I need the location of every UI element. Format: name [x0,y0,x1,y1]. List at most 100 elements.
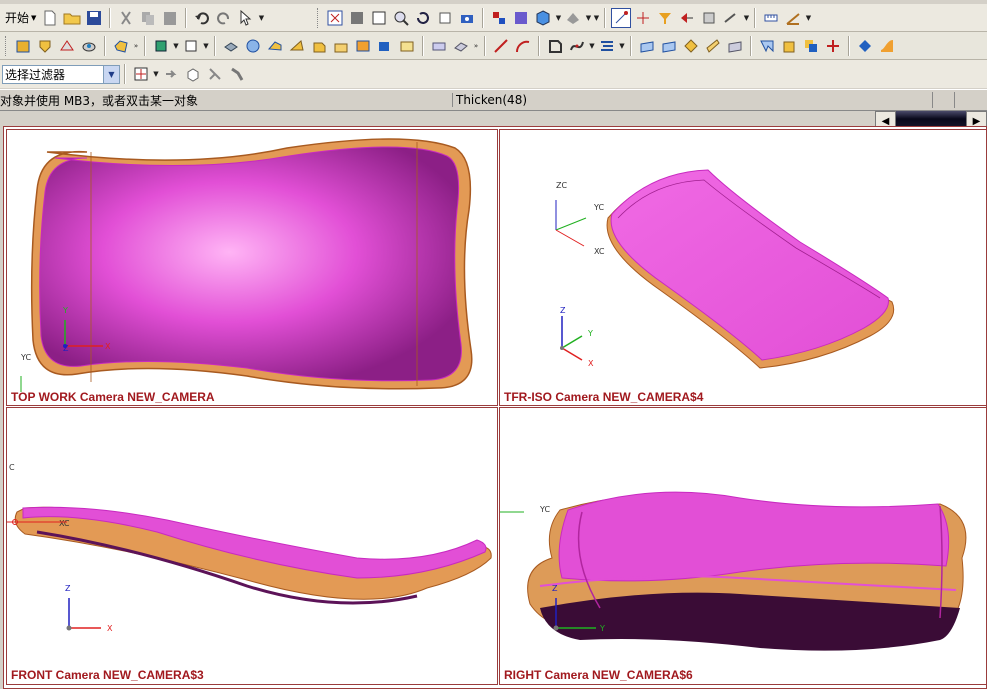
axis-z-label: Z [552,584,558,593]
part-right-view[interactable]: YC Z Y [500,408,987,685]
selection-filter-dropdown[interactable]: 选择过滤器 ▼ [2,64,120,84]
sketch-icon[interactable] [151,36,171,56]
chevron-down-icon: ▼ [31,13,37,22]
snap-icon[interactable] [611,7,632,28]
cylinder-icon[interactable] [221,36,241,56]
viewport-top[interactable]: Y X Z YC TOP WORK Camera NEW_CAMERA [6,129,498,406]
measure-distance-icon[interactable] [677,8,697,28]
sew-icon[interactable] [451,36,471,56]
extend-icon[interactable] [659,36,679,56]
pattern-icon[interactable] [757,36,777,56]
new-file-icon[interactable] [40,8,60,28]
undo-select-icon[interactable] [161,64,181,84]
copy-icon[interactable] [138,8,158,28]
chamfer-icon[interactable] [353,36,373,56]
shield-icon[interactable] [35,36,55,56]
block-icon[interactable] [181,36,201,56]
chevron-down-icon[interactable]: ▼ [103,65,119,83]
book-icon[interactable] [13,36,33,56]
revolve-icon[interactable] [265,36,285,56]
spline-icon[interactable] [567,36,587,56]
drafting-icon[interactable] [877,36,897,56]
part-iso-view[interactable]: ZC YC XC Z Y X [500,130,987,406]
feature-icon[interactable] [111,36,131,56]
toolbar-separator [484,35,486,56]
undo-icon[interactable] [192,8,212,28]
sheet-metal-icon[interactable] [823,36,843,56]
chevron-down-icon[interactable]: ▼ [152,64,160,84]
sweep-icon[interactable] [287,36,307,56]
paste-icon[interactable] [160,8,180,28]
protractor-icon[interactable] [721,8,741,28]
zoom-box-icon[interactable] [347,8,367,28]
chevron-down-icon[interactable]: ▼ [804,8,812,28]
viewport-iso[interactable]: ZC YC XC Z Y X TFR-ISO Camera NEW_CAMERA… [499,129,987,406]
chevron-down-icon[interactable]: ▼ [257,8,265,28]
fit-view-icon[interactable] [325,8,345,28]
axis-origin [560,346,564,350]
chevron-down-icon[interactable]: ▼ [618,36,626,56]
layer-visible-icon[interactable] [511,8,531,28]
chevron-down-icon[interactable]: ▼ [588,36,596,56]
selection-toolbar: 选择过滤器 ▼ ▼ [0,60,987,88]
assembly-icon[interactable] [855,36,875,56]
measure-angle-icon[interactable] [699,8,719,28]
cut-icon[interactable] [116,8,136,28]
extrude-icon[interactable] [243,36,263,56]
box-select-icon[interactable] [183,64,203,84]
analysis-icon[interactable] [79,36,99,56]
arc-icon[interactable] [513,36,533,56]
redo-icon[interactable] [214,8,234,28]
viewport-right[interactable]: YC Z Y RIGHT Camera NEW_CAMERA$6 [499,407,987,685]
part-top-view[interactable]: Y X Z YC [7,130,498,406]
render-style-icon[interactable] [533,8,553,28]
start-menu[interactable]: 开始 ▼ [2,8,39,28]
curve-icon[interactable] [545,36,565,56]
pick-point-icon[interactable] [205,64,225,84]
angle-measure-icon[interactable] [783,8,803,28]
graphics-window[interactable]: Y X Z YC TOP WORK Camera NEW_CAMERA ZC Y… [3,126,987,689]
snap-point-icon[interactable] [633,8,653,28]
part-icon[interactable] [57,36,77,56]
surface-icon[interactable] [597,36,617,56]
blend-icon[interactable] [375,36,395,56]
hole-icon[interactable] [309,36,329,56]
save-icon[interactable] [84,8,104,28]
chevron-down-icon[interactable]: ▼ [202,36,210,56]
shading-icon[interactable] [563,8,583,28]
chevron-down-icon[interactable]: » [132,36,140,56]
ruler-icon[interactable] [761,8,781,28]
pan-icon[interactable] [435,8,455,28]
select-all-icon[interactable] [131,64,151,84]
chevron-down-icon[interactable]: ▼ [172,36,180,56]
chevron-down-icon[interactable]: ▼ [742,8,750,28]
open-folder-icon[interactable] [62,8,82,28]
chevron-down-icon[interactable]: ▼ [592,8,600,28]
thicken-icon[interactable] [703,36,723,56]
shell-icon[interactable] [397,36,417,56]
chevron-down-icon[interactable]: ▼ [554,8,562,28]
pick-feature-icon[interactable] [227,64,247,84]
line-icon[interactable] [491,36,511,56]
boolean-icon[interactable] [801,36,821,56]
mirror-icon[interactable] [779,36,799,56]
chevron-down-icon[interactable]: » [472,36,480,56]
camera-icon[interactable] [457,8,477,28]
part-front-view[interactable]: Z X C XC [7,408,498,685]
rotate-icon[interactable] [413,8,433,28]
chevron-down-icon[interactable]: ▼ [584,8,592,28]
status-cell [954,92,976,108]
offset-icon[interactable] [429,36,449,56]
trim-icon[interactable] [637,36,657,56]
viewport-front[interactable]: Z X C XC FRONT Camera NEW_CAMERA$3 [6,407,498,685]
select-cursor-icon[interactable] [236,8,256,28]
zoom-area-icon[interactable] [369,8,389,28]
selection-filter-icon[interactable] [655,8,675,28]
world-axis-y-label: YC [593,203,604,212]
toolbar-separator [538,35,540,56]
zoom-magnify-icon[interactable] [391,8,411,28]
transform-icon[interactable] [725,36,745,56]
fill-icon[interactable] [681,36,701,56]
layer-icon[interactable] [489,8,509,28]
boss-icon[interactable] [331,36,351,56]
